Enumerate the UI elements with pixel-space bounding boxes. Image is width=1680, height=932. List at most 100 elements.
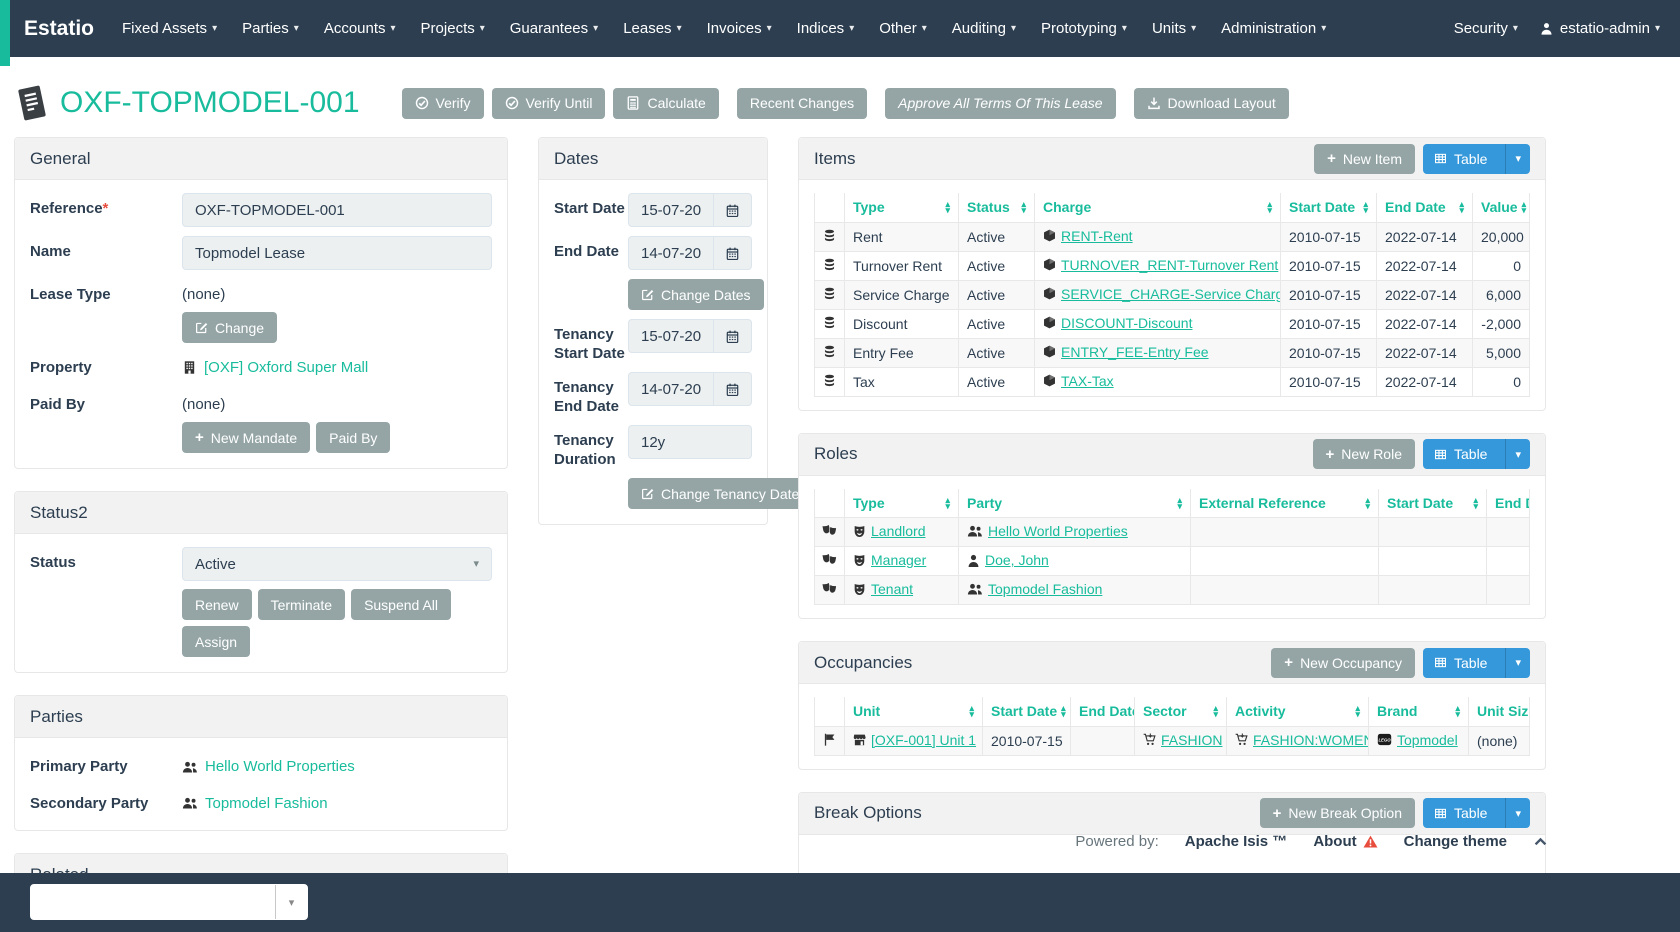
table-cell-link[interactable]: Tenant: [853, 581, 913, 597]
table-cell-link[interactable]: TURNOVER_RENT-Turnover Rent: [1043, 257, 1278, 273]
nav-item-prototyping[interactable]: Prototyping▾: [1041, 20, 1127, 37]
sort-icon[interactable]: ▴▾: [1363, 201, 1368, 213]
sort-icon[interactable]: ▴▾: [945, 497, 950, 509]
calendar-icon[interactable]: [714, 372, 752, 406]
column-header-party[interactable]: Party▴▾: [959, 489, 1191, 518]
nav-item-invoices[interactable]: Invoices▾: [707, 20, 772, 37]
column-header-end-date[interactable]: End Date▴▾: [1487, 489, 1530, 518]
column-header-start-date[interactable]: Start Date▴▾: [1379, 489, 1487, 518]
table-cell-link[interactable]: LEGOTopmodel: [1377, 732, 1458, 748]
status-select[interactable]: Active▾: [182, 547, 492, 581]
nav-item-parties[interactable]: Parties▾: [242, 20, 299, 37]
tenancy-duration-input[interactable]: [628, 425, 752, 459]
sort-icon[interactable]: ▴▾: [1473, 497, 1478, 509]
nav-item-projects[interactable]: Projects▾: [421, 20, 485, 37]
new-break-option-button[interactable]: +New Break Option: [1260, 798, 1415, 828]
table-cell-link[interactable]: Topmodel Fashion: [967, 581, 1102, 597]
app-brand[interactable]: Estatio: [24, 17, 94, 41]
end-date-input[interactable]: [628, 236, 714, 270]
table-cell-link[interactable]: Landlord: [853, 523, 926, 539]
sort-icon[interactable]: ▴▾: [1267, 201, 1272, 213]
sort-icon[interactable]: ▴▾: [969, 705, 974, 717]
table-cell-link[interactable]: Hello World Properties: [967, 523, 1128, 539]
sort-icon[interactable]: ▴▾: [1455, 705, 1460, 717]
sort-icon[interactable]: ▴▾: [1021, 201, 1026, 213]
download-layout-button[interactable]: Download Layout: [1134, 88, 1289, 119]
break-options-table-view-button[interactable]: Table▾: [1423, 798, 1530, 828]
table-cell-link[interactable]: TAX-Tax: [1043, 373, 1114, 389]
new-occupancy-button[interactable]: +New Occupancy: [1271, 648, 1415, 678]
change-dates-button[interactable]: Change Dates: [628, 279, 764, 310]
sort-icon[interactable]: ▴▾: [1365, 497, 1370, 509]
terminate-button[interactable]: Terminate: [258, 589, 345, 620]
nav-item-leases[interactable]: Leases▾: [623, 20, 681, 37]
change-theme-link[interactable]: Change theme: [1404, 833, 1507, 850]
table-row[interactable]: Landlord Hello World Properties: [815, 518, 1530, 547]
column-header-end-date[interactable]: End Date▴▾: [1071, 697, 1135, 726]
nav-item-units[interactable]: Units▾: [1152, 20, 1196, 37]
table-row[interactable]: Entry FeeActiveENTRY_FEE-Entry Fee2010-0…: [815, 338, 1530, 367]
table-cell-link[interactable]: SERVICE_CHARGE-Service Charge: [1043, 286, 1281, 302]
paid-by-button[interactable]: Paid By: [316, 422, 390, 453]
nav-item-auditing[interactable]: Auditing▾: [952, 20, 1016, 37]
column-header-charge[interactable]: Charge▴▾: [1035, 193, 1281, 222]
primary-party-link[interactable]: Hello World Properties: [182, 757, 355, 776]
change-lease-type-button[interactable]: Change: [182, 312, 277, 343]
table-cell-link[interactable]: Manager: [853, 552, 926, 568]
verify-button[interactable]: Verify: [402, 88, 484, 119]
table-view-dropdown-toggle[interactable]: ▾: [1505, 144, 1530, 174]
property-link[interactable]: [OXF] Oxford Super Mall: [182, 358, 368, 377]
table-cell-link[interactable]: [OXF-001] Unit 1: [853, 732, 976, 748]
table-view-dropdown-toggle[interactable]: ▾: [1505, 648, 1530, 678]
table-cell-link[interactable]: Doe, John: [967, 552, 1049, 568]
user-menu[interactable]: estatio-admin▾: [1540, 20, 1660, 37]
new-mandate-button[interactable]: +New Mandate: [182, 422, 310, 453]
calendar-icon[interactable]: [714, 193, 752, 227]
column-header-unit[interactable]: Unit▴▾: [845, 697, 983, 726]
approve-all-terms-button[interactable]: Approve All Terms Of This Lease: [885, 88, 1115, 119]
nav-item-guarantees[interactable]: Guarantees▾: [510, 20, 598, 37]
sort-icon[interactable]: ▴▾: [945, 201, 950, 213]
nav-item-administration[interactable]: Administration▾: [1221, 20, 1326, 37]
column-header-type[interactable]: Type▴▾: [845, 489, 959, 518]
table-cell-link[interactable]: FASHION:WOMEN: [1235, 732, 1369, 748]
table-row[interactable]: DiscountActiveDISCOUNT-Discount2010-07-1…: [815, 309, 1530, 338]
new-item-button[interactable]: +New Item: [1314, 144, 1415, 174]
table-row[interactable]: Service ChargeActiveSERVICE_CHARGE-Servi…: [815, 280, 1530, 309]
column-header-sector[interactable]: Sector▴▾: [1135, 697, 1227, 726]
name-input[interactable]: [182, 236, 492, 270]
nav-item-other[interactable]: Other▾: [879, 20, 927, 37]
column-header-value[interactable]: Value▴▾: [1473, 193, 1530, 222]
occupancies-table-view-button[interactable]: Table▾: [1423, 648, 1530, 678]
column-header-start-date[interactable]: Start Date▴▾: [1281, 193, 1377, 222]
tenancy-start-date-input[interactable]: [628, 319, 714, 353]
table-row[interactable]: RentActiveRENT-Rent2010-07-152022-07-142…: [815, 222, 1530, 251]
column-header-activity[interactable]: Activity▴▾: [1227, 697, 1369, 726]
table-cell-link[interactable]: FASHION: [1143, 732, 1222, 748]
sort-icon[interactable]: ▴▾: [1061, 705, 1066, 717]
sort-icon[interactable]: ▴▾: [1459, 201, 1464, 213]
table-row[interactable]: TaxActiveTAX-Tax2010-07-152022-07-140: [815, 367, 1530, 396]
roles-table-view-button[interactable]: Table▾: [1423, 439, 1530, 469]
start-date-input[interactable]: [628, 193, 714, 227]
sort-icon[interactable]: ▴▾: [1177, 497, 1182, 509]
reference-input[interactable]: [182, 193, 492, 227]
table-row[interactable]: Turnover RentActiveTURNOVER_RENT-Turnove…: [815, 251, 1530, 280]
sort-icon[interactable]: ▴▾: [1522, 201, 1527, 213]
column-header-type[interactable]: Type▴▾: [845, 193, 959, 222]
table-row[interactable]: Manager Doe, John: [815, 547, 1530, 576]
column-header-end-date[interactable]: End Date▴▾: [1377, 193, 1473, 222]
table-row[interactable]: Tenant Topmodel Fashion: [815, 576, 1530, 605]
calculate-button[interactable]: Calculate: [613, 88, 718, 119]
nav-item-indices[interactable]: Indices▾: [797, 20, 855, 37]
assign-button[interactable]: Assign: [182, 626, 250, 657]
column-header-external-reference[interactable]: External Reference▴▾: [1191, 489, 1379, 518]
column-header-status[interactable]: Status▴▾: [959, 193, 1035, 222]
sort-icon[interactable]: ▴▾: [1213, 705, 1218, 717]
theme-select[interactable]: ▾: [30, 884, 308, 920]
suspend-all-button[interactable]: Suspend All: [351, 589, 451, 620]
tenancy-end-date-input[interactable]: [628, 372, 714, 406]
column-header-brand[interactable]: Brand▴▾: [1369, 697, 1469, 726]
table-cell-link[interactable]: RENT-Rent: [1043, 228, 1133, 244]
calendar-icon[interactable]: [714, 236, 752, 270]
